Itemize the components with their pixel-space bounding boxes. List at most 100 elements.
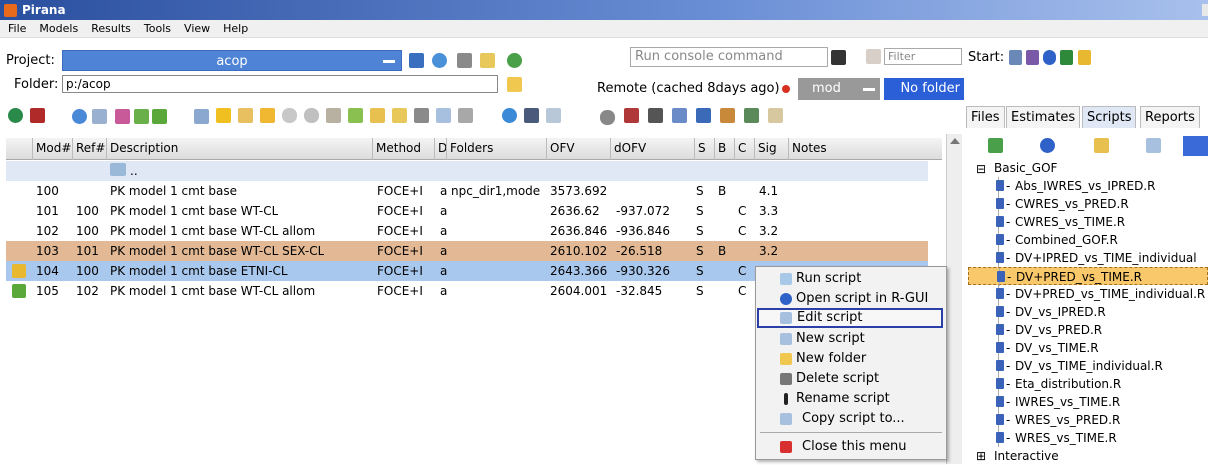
tab-scripts[interactable]: Scripts — [1082, 106, 1137, 128]
col-folders[interactable]: Folders — [446, 138, 546, 160]
mod-select[interactable]: mod — [798, 78, 880, 100]
xpose-icon[interactable] — [524, 108, 539, 123]
project-select[interactable]: acop — [62, 50, 402, 71]
folder-arrow-icon[interactable] — [370, 108, 385, 123]
trash-icon[interactable] — [457, 53, 472, 68]
col-ofv[interactable]: OFV — [546, 138, 610, 160]
chart-icon[interactable] — [546, 108, 561, 123]
col-c[interactable]: C — [734, 138, 754, 160]
glasses-icon[interactable] — [600, 110, 615, 125]
calculator-icon[interactable] — [1009, 50, 1022, 65]
document-icon[interactable] — [436, 108, 451, 123]
graph-icon[interactable] — [115, 109, 130, 124]
tree-item-script[interactable]: - DV_vs_TIME_individual.R — [968, 357, 1208, 375]
table-row[interactable]: 101 100 PK model 1 cmt base WT-CL FOCE+I a 26… — [6, 201, 928, 221]
tree-item-script[interactable]: - Eta_distribution.R — [968, 375, 1208, 393]
tree-expand-icon[interactable]: ⊞ — [976, 447, 986, 465]
tree-collapse-icon[interactable]: ⊟ — [976, 160, 986, 178]
list-icon[interactable] — [92, 109, 107, 124]
refresh-icon[interactable] — [502, 108, 517, 123]
col-sig[interactable]: Sig — [754, 138, 788, 160]
trash-icon[interactable] — [414, 108, 429, 123]
menu-close[interactable]: Close this menu — [758, 437, 944, 457]
window-control-stub[interactable] — [1202, 4, 1208, 16]
tree-item-script[interactable]: - DV_vs_IPRED.R — [968, 303, 1208, 321]
menu-rename-script[interactable]: Rename script — [758, 389, 944, 409]
tree-group-basic-gof[interactable]: Basic_GOF — [994, 159, 1057, 177]
menu-models[interactable]: Models — [31, 22, 83, 35]
box-icon[interactable] — [720, 108, 735, 123]
edit-icon[interactable] — [238, 108, 253, 123]
col-description[interactable]: Description — [106, 138, 372, 160]
col-ref[interactable]: Ref# — [72, 138, 108, 160]
console-icon[interactable] — [831, 50, 846, 65]
col-b[interactable]: B — [714, 138, 734, 160]
scroll-up-icon[interactable] — [950, 138, 960, 144]
tree-item-script[interactable]: - Abs_IWRES_vs_IPRED.R — [968, 177, 1208, 195]
r-gui-icon[interactable] — [1040, 138, 1055, 153]
extra-button[interactable] — [1183, 136, 1208, 156]
grid-icon[interactable] — [134, 109, 149, 124]
menu-tools[interactable]: Tools — [136, 22, 176, 35]
gear-icon[interactable] — [282, 108, 297, 123]
folder-field[interactable]: p:/acop — [62, 75, 498, 93]
table-row[interactable]: 103 101 PK model 1 cmt base WT-CL SEX-CL FO… — [6, 241, 928, 261]
tree-item-script[interactable]: - DV+IPRED_vs_TIME_individual — [968, 249, 1208, 267]
excel-icon[interactable] — [1060, 50, 1073, 65]
tree-item-script[interactable]: - DV+PRED_vs_TIME_individual.R — [968, 285, 1208, 303]
edit-script-icon[interactable] — [1094, 138, 1109, 153]
table-row[interactable]: 100 PK model 1 cmt base FOCE+I a npc_dir1,mo… — [6, 181, 928, 201]
tree-group-interactive[interactable]: Interactive — [994, 447, 1059, 465]
tree-item-script[interactable]: - IWRES_vs_TIME.R — [968, 393, 1208, 411]
nonmem-icon[interactable] — [30, 108, 45, 123]
tree-item-script[interactable]: - Combined_GOF.R — [968, 231, 1208, 249]
spy-icon[interactable] — [624, 108, 639, 123]
menu-help[interactable]: Help — [215, 22, 253, 35]
col-d[interactable]: D — [434, 138, 446, 160]
filter-input[interactable]: Filter — [884, 48, 962, 65]
menu-open-r-gui[interactable]: Open script in R-GUI — [758, 289, 944, 309]
tree-item-script[interactable]: - DV_vs_TIME.R — [968, 339, 1208, 357]
pencil-icon[interactable] — [260, 108, 275, 123]
tree-item-script[interactable]: - DV+PRED_vs_TIME.R — [968, 267, 1208, 286]
tree-item-script[interactable]: - DV_vs_PRED.R — [968, 321, 1208, 339]
r-icon[interactable] — [1043, 50, 1056, 65]
menu-results[interactable]: Results — [83, 22, 136, 35]
vertical-scrollbar[interactable] — [946, 134, 962, 464]
monitor-icon[interactable] — [744, 108, 759, 123]
col-notes[interactable]: Notes — [788, 138, 928, 160]
menu-run-script[interactable]: Run script — [758, 269, 944, 289]
info-icon[interactable] — [72, 109, 87, 124]
tab-reports[interactable]: Reports — [1140, 106, 1200, 128]
table-icon[interactable] — [672, 108, 687, 123]
menu-copy-script[interactable]: Copy script to... — [758, 409, 944, 429]
menu-new-script[interactable]: New script — [758, 329, 944, 349]
menu-file[interactable]: File — [0, 22, 31, 35]
book-icon[interactable] — [696, 108, 711, 123]
flag-icon[interactable] — [152, 109, 167, 124]
note-icon[interactable] — [392, 108, 407, 123]
refresh-icon[interactable] — [507, 53, 522, 68]
tree-item-script[interactable]: - CWRES_vs_PRED.R — [968, 195, 1208, 213]
note-icon[interactable] — [480, 53, 495, 68]
col-dofv[interactable]: dOFV — [610, 138, 694, 160]
col-s[interactable]: S — [694, 138, 714, 160]
cleanup-icon[interactable] — [458, 108, 473, 123]
new-script-icon[interactable] — [1146, 138, 1161, 153]
menu-delete-script[interactable]: Delete script — [758, 369, 944, 389]
info-icon[interactable] — [432, 53, 447, 68]
table-row[interactable]: 102 100 PK model 1 cmt base WT-CL allom FOC… — [6, 221, 928, 241]
tree-item-script[interactable]: - CWRES_vs_TIME.R — [968, 213, 1208, 231]
binoculars-icon[interactable] — [648, 108, 663, 123]
tab-files[interactable]: Files — [966, 106, 1005, 128]
arrow-icon[interactable] — [348, 108, 363, 123]
star-icon[interactable] — [216, 108, 231, 123]
console-command-input[interactable]: Run console command — [630, 47, 828, 67]
save-icon[interactable] — [409, 53, 424, 68]
tree-item-script[interactable]: - WRES_vs_TIME.R — [968, 429, 1208, 447]
col-mod[interactable]: Mod# — [32, 138, 74, 160]
window-icon[interactable] — [194, 109, 209, 124]
tree-item-script[interactable]: - WRES_vs_PRED.R — [968, 411, 1208, 429]
tab-estimates[interactable]: Estimates — [1006, 106, 1081, 128]
no-folder-button[interactable]: No folder — [884, 78, 964, 100]
